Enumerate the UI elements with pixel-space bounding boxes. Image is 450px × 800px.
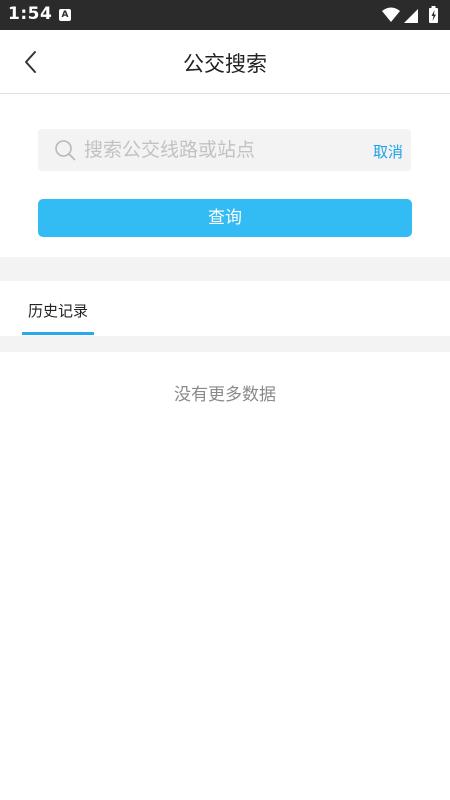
search-input[interactable] — [84, 129, 354, 171]
battery-charging-icon — [429, 6, 438, 23]
app-header: 公交搜索 — [0, 30, 450, 94]
status-bar: 1:54 A — [0, 0, 450, 30]
tab-history-label: 历史记录 — [27, 302, 88, 320]
query-button[interactable]: 查询 — [38, 199, 412, 237]
empty-state-text: 没有更多数据 — [174, 385, 276, 405]
status-icons — [380, 6, 444, 24]
tab-active-indicator — [22, 332, 94, 335]
status-time: 1:54 — [8, 4, 53, 24]
section-divider-2 — [0, 336, 450, 352]
search-icon — [55, 140, 76, 161]
search-bar: 取消 — [38, 129, 411, 171]
notification-a-icon: A — [59, 9, 71, 21]
tab-bar: 历史记录 — [0, 281, 450, 336]
section-divider — [0, 257, 450, 281]
cancel-button[interactable]: 取消 — [373, 141, 403, 162]
signal-icon — [404, 9, 418, 23]
wifi-icon — [382, 7, 400, 22]
page-title: 公交搜索 — [183, 52, 267, 76]
tab-history[interactable]: 历史记录 — [22, 281, 94, 336]
